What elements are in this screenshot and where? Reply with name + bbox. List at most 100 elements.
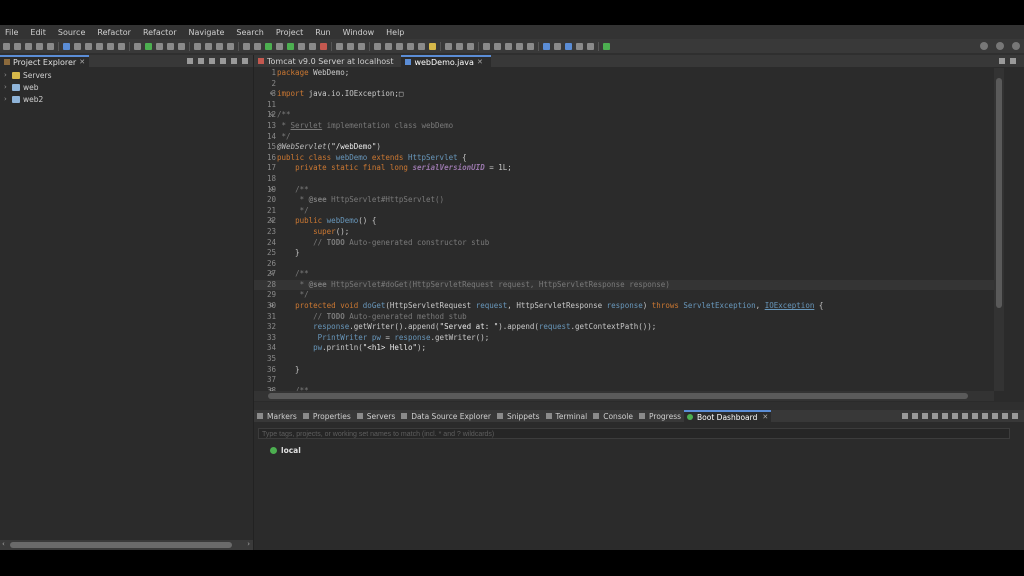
toolbar-button-icon[interactable] xyxy=(516,42,523,50)
toolbar-button-icon[interactable] xyxy=(320,42,327,50)
maximize-icon[interactable] xyxy=(1010,58,1016,64)
local-target[interactable]: local xyxy=(270,446,301,455)
toolbar-button-icon[interactable] xyxy=(396,42,403,50)
menu-source[interactable]: Source xyxy=(53,28,92,37)
toolbar-button-icon[interactable] xyxy=(456,42,463,50)
toolbar-button-icon[interactable] xyxy=(74,42,81,50)
toolbar-button-icon[interactable] xyxy=(298,42,305,50)
tab-webdemo-java[interactable]: webDemo.java ✕ xyxy=(401,55,491,67)
code-line[interactable]: 22 ⊖ public webDemo() { xyxy=(254,216,994,227)
toolbar-button-icon[interactable] xyxy=(167,42,174,50)
menu-help[interactable]: Help xyxy=(381,28,411,37)
chevron-right-icon[interactable]: › xyxy=(4,71,12,79)
tab-tomcat-server[interactable]: Tomcat v9.0 Server at localhost xyxy=(254,55,401,67)
scroll-right-icon[interactable]: › xyxy=(247,540,250,548)
refresh-icon[interactable] xyxy=(932,413,938,419)
code-line[interactable]: 34 pw.println("<h1> Hello"); xyxy=(254,343,994,354)
toolbar-button-icon[interactable] xyxy=(429,42,436,50)
fold-icon[interactable]: ⊖ xyxy=(270,301,274,312)
tab-servers[interactable]: Servers xyxy=(354,410,399,422)
maximize-icon[interactable] xyxy=(242,58,248,64)
toolbar-button-icon[interactable] xyxy=(216,42,223,50)
tab-boot-dashboard[interactable]: Boot Dashboard ✕ xyxy=(684,410,772,422)
toolbar-button-icon[interactable] xyxy=(587,42,594,50)
toolbar-button-icon[interactable] xyxy=(276,42,283,50)
tree-item-web[interactable]: › web xyxy=(0,81,253,93)
tab-progress[interactable]: Progress xyxy=(636,410,684,422)
code-line[interactable]: 2 xyxy=(254,79,994,90)
code-line[interactable]: 35 xyxy=(254,354,994,365)
menu-file[interactable]: File xyxy=(0,28,25,37)
tab-terminal[interactable]: Terminal xyxy=(543,410,591,422)
close-icon[interactable]: ✕ xyxy=(477,58,483,66)
fold-icon[interactable]: ⊖ xyxy=(270,110,274,121)
scrollbar-thumb[interactable] xyxy=(268,393,968,399)
toolbar-button-icon[interactable] xyxy=(205,42,212,50)
toolbar-button-icon[interactable] xyxy=(254,42,261,50)
code-line[interactable]: 16 public class webDemo extends HttpServl… xyxy=(254,153,994,164)
toolbar-button-icon[interactable] xyxy=(25,42,32,50)
code-line[interactable]: 30 ⊖ protected void doGet(HttpServletRequ… xyxy=(254,301,994,312)
code-line[interactable]: 21 */ xyxy=(254,206,994,217)
perspective-icon[interactable] xyxy=(996,42,1004,50)
tab-properties[interactable]: Properties xyxy=(300,410,354,422)
filter-icon[interactable] xyxy=(972,413,978,419)
toolbar-button-icon[interactable] xyxy=(494,42,501,50)
chevron-right-icon[interactable]: › xyxy=(4,95,12,103)
toolbar-button-icon[interactable] xyxy=(227,42,234,50)
toolbar-button-icon[interactable] xyxy=(385,42,392,50)
menu-project[interactable]: Project xyxy=(271,28,310,37)
code-line[interactable]: 11 xyxy=(254,100,994,111)
console-icon[interactable] xyxy=(952,413,958,419)
code-line[interactable]: 24 // TODO Auto-generated constructor st… xyxy=(254,238,994,249)
code-line[interactable]: 33 PrintWriter pw = response.getWriter()… xyxy=(254,333,994,344)
toolbar-button-icon[interactable] xyxy=(565,42,572,50)
toolbar-button-icon[interactable] xyxy=(483,42,490,50)
toolbar-button-icon[interactable] xyxy=(603,42,610,50)
toolbar-button-icon[interactable] xyxy=(118,42,125,50)
stop-icon[interactable] xyxy=(922,413,928,419)
code-line[interactable]: 18 xyxy=(254,174,994,185)
debug-icon[interactable] xyxy=(912,413,918,419)
toolbar-button-icon[interactable] xyxy=(243,42,250,50)
toolbar-button-icon[interactable] xyxy=(445,42,452,50)
code-line[interactable]: 37 xyxy=(254,375,994,386)
toolbar-button-icon[interactable] xyxy=(309,42,316,50)
code-line[interactable]: 36 } xyxy=(254,365,994,376)
fold-icon[interactable]: ⊖ xyxy=(270,269,274,280)
toolbar-button-icon[interactable] xyxy=(467,42,474,50)
scrollbar-thumb[interactable] xyxy=(996,78,1002,308)
toolbar-button-icon[interactable] xyxy=(145,42,152,50)
maximize-icon[interactable] xyxy=(1012,413,1018,419)
toolbar-button-icon[interactable] xyxy=(36,42,43,50)
tab-markers[interactable]: Markers xyxy=(254,410,300,422)
menu-edit[interactable]: Edit xyxy=(25,28,53,37)
scrollbar-thumb[interactable] xyxy=(10,542,232,548)
toolbar-button-icon[interactable] xyxy=(527,42,534,50)
toolbar-button-icon[interactable] xyxy=(3,42,10,50)
tab-console[interactable]: Console xyxy=(590,410,636,422)
toolbar-button-icon[interactable] xyxy=(576,42,583,50)
code-line[interactable]: 3 ⊕ import java.io.IOException;□ xyxy=(254,89,994,100)
toolbar-button-icon[interactable] xyxy=(347,42,354,50)
filter-icon[interactable] xyxy=(209,58,215,64)
menu-run[interactable]: Run xyxy=(310,28,337,37)
minimize-icon[interactable] xyxy=(1002,413,1008,419)
code-line[interactable]: 27 ⊖ /** xyxy=(254,269,994,280)
toolbar-button-icon[interactable] xyxy=(156,42,163,50)
code-line[interactable]: 29 */ xyxy=(254,290,994,301)
editor-vertical-scrollbar[interactable] xyxy=(994,68,1004,391)
tree-item-servers[interactable]: › Servers xyxy=(0,69,253,81)
start-icon[interactable] xyxy=(902,413,908,419)
toolbar-button-icon[interactable] xyxy=(63,42,70,50)
add-icon[interactable] xyxy=(982,413,988,419)
code-line[interactable]: 25 } xyxy=(254,248,994,259)
menu-refactor[interactable]: Refactor xyxy=(92,28,138,37)
code-line[interactable]: 32 response.getWriter().append("Served a… xyxy=(254,322,994,333)
toolbar-button-icon[interactable] xyxy=(134,42,141,50)
toolbar-button-icon[interactable] xyxy=(336,42,343,50)
code-line[interactable]: 28 * @see HttpServlet#doGet(HttpServletR… xyxy=(254,279,994,291)
editor-horizontal-scrollbar[interactable] xyxy=(254,391,994,401)
tab-snippets[interactable]: Snippets xyxy=(494,410,543,422)
menu-refactor-2[interactable]: Refactor xyxy=(138,28,184,37)
